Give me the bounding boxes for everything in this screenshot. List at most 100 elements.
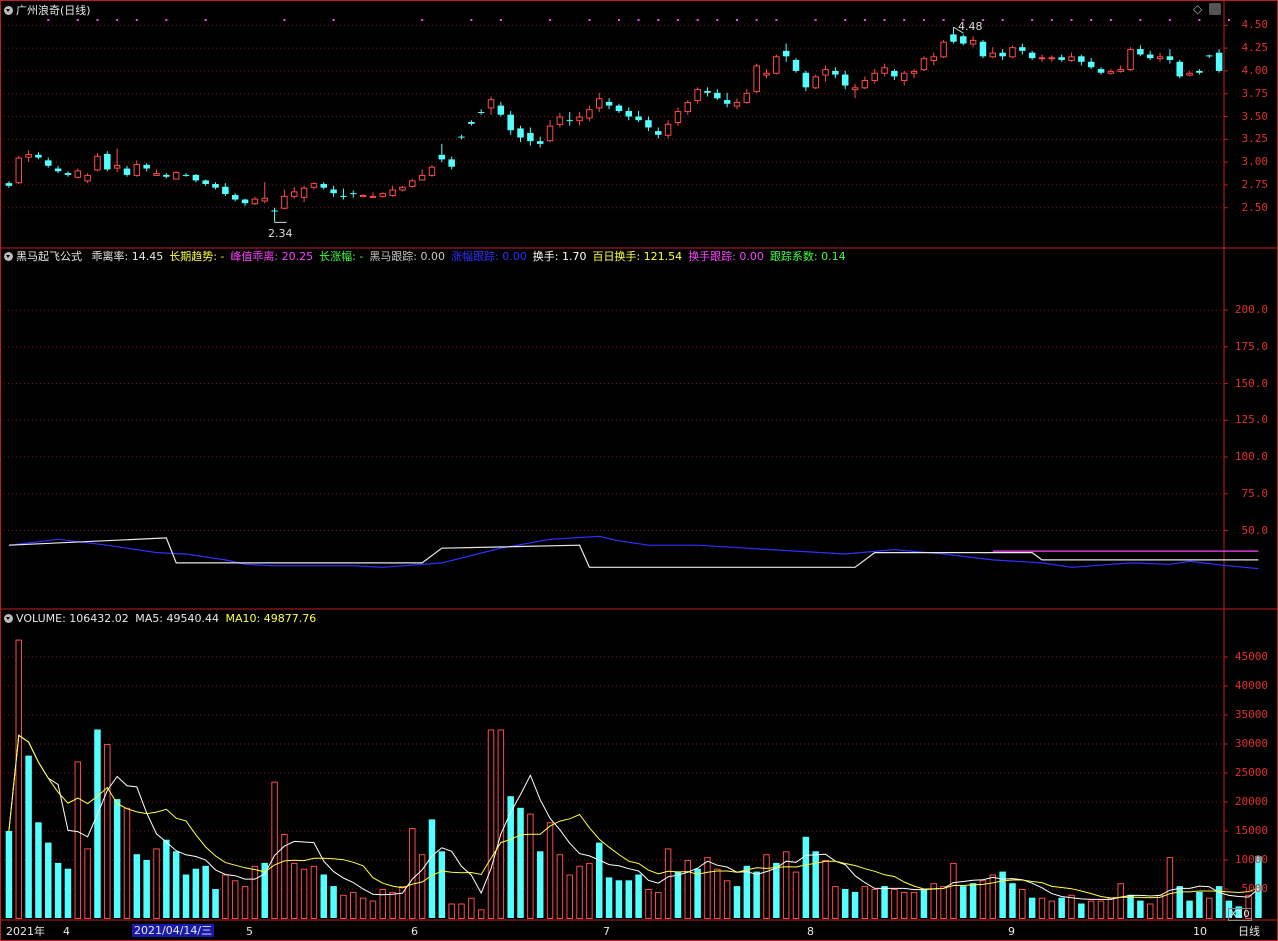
candle	[517, 125, 524, 143]
indicator-item: 换手跟踪: 0.00	[688, 250, 764, 263]
candle	[182, 173, 190, 177]
volume-tick-label: 25000	[1234, 766, 1268, 779]
candle	[350, 190, 357, 198]
signal-marker	[1050, 19, 1053, 21]
candle	[664, 120, 672, 139]
volume-bar	[1068, 894, 1075, 919]
panel-menu-icon[interactable]	[4, 614, 13, 623]
candle-body	[723, 100, 731, 104]
indicator-tick-label: 100.0	[1234, 450, 1268, 464]
volume-bar	[517, 807, 524, 918]
price-tick-label: 4.50	[1241, 18, 1269, 32]
candle	[950, 27, 957, 44]
candle-body	[969, 39, 977, 45]
signal-marker	[1070, 19, 1073, 21]
candle-body	[458, 136, 465, 138]
candle	[979, 39, 987, 59]
candle	[15, 155, 23, 185]
candle	[74, 168, 82, 179]
candle	[1028, 50, 1036, 60]
signal-marker	[617, 19, 620, 21]
volume-tick-label: 20000	[1234, 795, 1268, 808]
period-label[interactable]: 日线	[1238, 925, 1260, 938]
candle	[635, 111, 642, 122]
candle	[172, 171, 180, 180]
candle	[379, 192, 387, 198]
signal-marker	[696, 19, 699, 21]
candle-body	[64, 173, 72, 175]
candle	[418, 169, 426, 181]
candle-body	[1166, 56, 1174, 60]
volume-panel-header: VOLUME: 106432.02 MA5: 49540.44 MA10: 49…	[4, 612, 316, 625]
price-tick-label: 2.50	[1241, 200, 1269, 214]
volume-bar	[448, 903, 455, 919]
indicator-tick-label: 150.0	[1234, 376, 1268, 390]
candle-body	[94, 155, 101, 171]
candle-body	[1176, 61, 1183, 77]
candle-body	[428, 166, 436, 176]
price-panel-header: 广州浪奇(日线)	[4, 4, 91, 17]
volume-bar	[950, 862, 957, 920]
signal-marker	[942, 19, 945, 21]
candle-body	[438, 154, 446, 160]
candle-body	[733, 101, 741, 107]
candle	[1215, 49, 1223, 73]
candle	[723, 92, 731, 108]
signal-marker	[1139, 19, 1142, 21]
volume-bar	[625, 880, 633, 918]
indicator-item-value: 1.70	[558, 250, 587, 263]
ma10-label: MA10:	[225, 612, 261, 625]
candle-body	[674, 111, 682, 124]
candle-body	[477, 111, 485, 113]
candle	[153, 169, 160, 176]
volume-bar	[369, 900, 377, 919]
candle-body	[792, 59, 800, 71]
signal-marker	[755, 19, 758, 21]
volume-bar	[1146, 903, 1154, 919]
volume-bar	[684, 860, 692, 919]
candle	[1196, 69, 1203, 75]
candle-body	[920, 58, 928, 71]
restore-icon[interactable]	[1209, 3, 1221, 15]
stock-chart[interactable]	[0, 0, 1278, 941]
x-label-jun: 6	[411, 925, 418, 938]
candle	[1176, 59, 1183, 79]
volume-bar	[1205, 897, 1213, 920]
indicator-item-value: 0.00	[498, 250, 527, 263]
volume-bar	[586, 862, 593, 920]
panel-menu-icon[interactable]	[4, 6, 13, 15]
indicator-item-value: -	[216, 250, 225, 263]
volume-bar	[615, 880, 623, 918]
diamond-icon[interactable]: ◇	[1193, 3, 1202, 16]
candle	[359, 194, 367, 197]
candle-body	[1009, 47, 1016, 58]
panel-menu-icon[interactable]	[4, 252, 13, 261]
candle	[1127, 47, 1134, 71]
candle	[64, 171, 72, 177]
volume-tick-label: 10000	[1234, 853, 1268, 866]
volume-bar	[281, 833, 288, 920]
volume-bar	[1028, 897, 1036, 918]
candle-body	[74, 170, 82, 178]
candle-body	[399, 186, 406, 191]
volume-bar	[163, 839, 170, 918]
candle-body	[350, 193, 357, 195]
candle	[123, 165, 131, 177]
candle-body	[1107, 70, 1115, 74]
signal-marker	[844, 19, 847, 21]
candle-body	[84, 174, 91, 182]
candle	[527, 127, 534, 146]
candle-body	[1146, 54, 1154, 59]
candle-body	[861, 80, 869, 89]
candle	[202, 179, 209, 186]
volume-bar	[290, 862, 298, 920]
candle	[822, 65, 829, 82]
candle-body	[1048, 57, 1056, 60]
candle-body	[290, 191, 298, 197]
candle-body	[605, 101, 613, 106]
signal-marker	[863, 19, 866, 21]
signal-marker	[1031, 19, 1034, 21]
indicator-item-value: 121.54	[640, 250, 683, 263]
signal-marker	[283, 19, 286, 21]
candle	[163, 173, 170, 179]
